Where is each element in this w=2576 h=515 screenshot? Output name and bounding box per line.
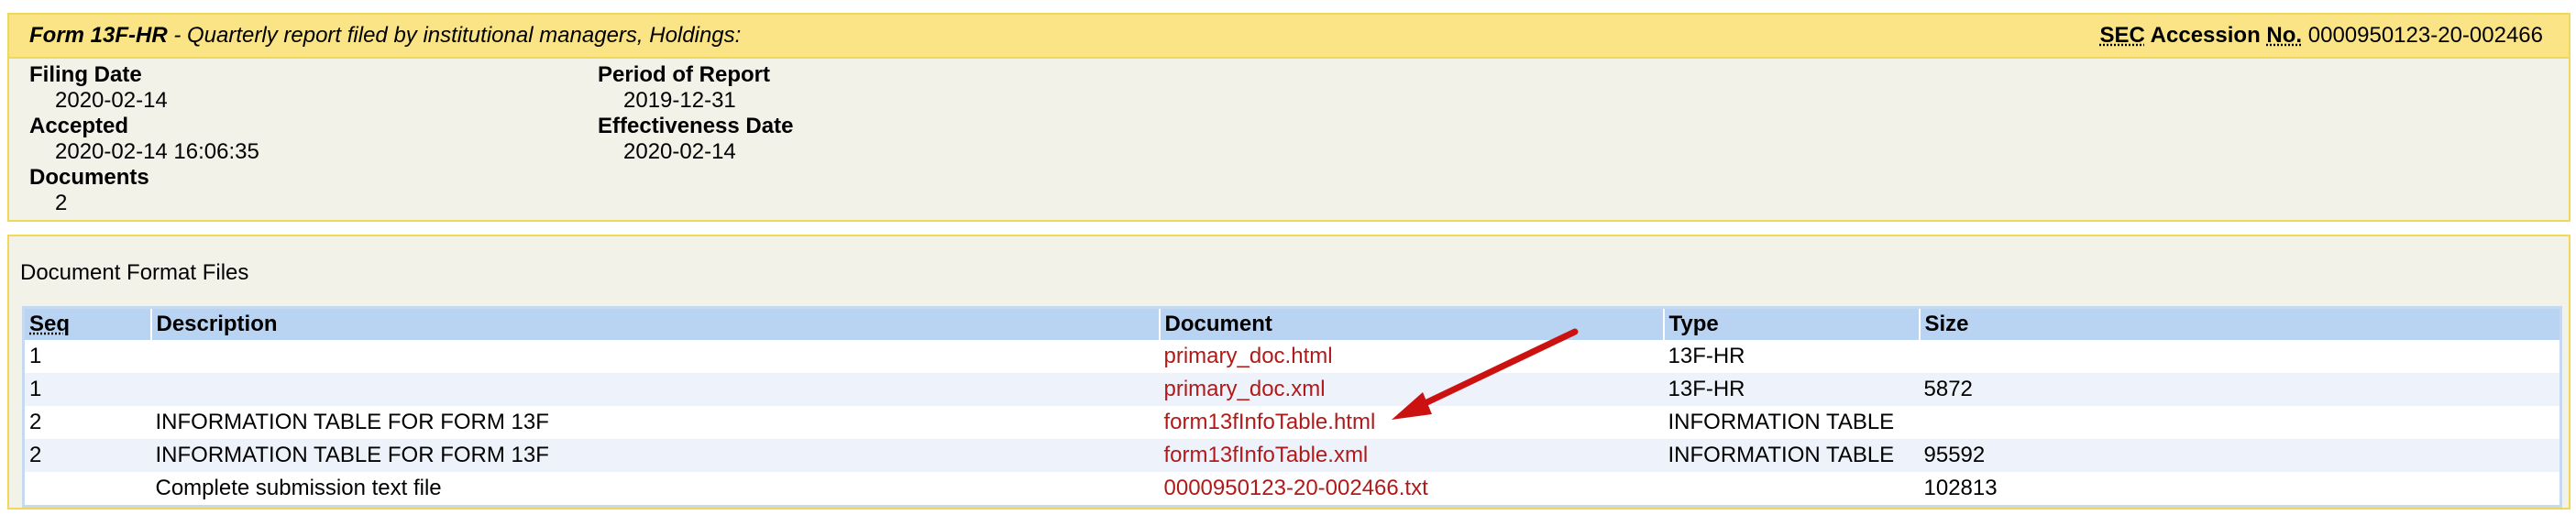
document-link[interactable]: primary_doc.xml [1164,377,1326,401]
row-document: 0000950123-20-002466.txt [1159,472,1664,507]
table-header-row: Seq Description Document Type Size [23,307,2561,340]
col-description: Description [149,307,1160,340]
row-size [1919,340,2561,373]
document-format-files-heading: Document Format Files [20,260,249,285]
row-size: 5872 [1919,373,2561,406]
accepted-label: Accepted [29,114,129,138]
table-row: 2 INFORMATION TABLE FOR FORM 13F form13f… [23,439,2561,472]
accepted-value: 2020-02-14 16:06:35 [55,139,259,164]
row-type: INFORMATION TABLE [1663,439,1920,472]
accession-label-sec: SEC [2099,23,2145,48]
filing-date-label: Filing Date [29,62,142,87]
period-label: Period of Report [598,62,771,87]
col-size: Size [1918,307,2561,340]
col-seq[interactable]: Seq [23,307,151,340]
col-seq-label: Seq [29,312,71,336]
document-link[interactable]: 0000950123-20-002466.txt [1164,476,1428,500]
row-document: form13fInfoTable.xml [1159,439,1664,472]
row-description: INFORMATION TABLE FOR FORM 13F [150,439,1160,472]
row-description [150,373,1160,406]
document-table: Seq Description Document Type Size 1 pri… [22,306,2562,508]
row-seq: 2 [23,406,151,439]
document-link[interactable]: primary_doc.html [1164,344,1333,368]
row-seq [23,472,151,507]
accession-label-mid: Accession [2144,23,2267,48]
accession-number: SEC Accession No. 0000950123-20-002466 [2100,23,2543,49]
form-description: - Quarterly report filed by institutiona… [167,23,742,48]
filing-info-right: Period of Report 2019-12-31 Effectivenes… [598,62,793,165]
row-type: INFORMATION TABLE [1663,406,1920,439]
row-size: 102813 [1919,472,2561,507]
row-size [1919,406,2561,439]
documents-label: Documents [29,165,149,190]
row-seq: 1 [23,373,151,406]
row-type [1663,472,1920,507]
filing-header-panel: Form 13F-HR - Quarterly report filed by … [7,13,2570,222]
table-row: 1 primary_doc.xml 13F-HR 5872 [23,373,2561,406]
form-title: Form 13F-HR - Quarterly report filed by … [29,23,741,49]
row-document: primary_doc.html [1159,340,1664,373]
row-description: INFORMATION TABLE FOR FORM 13F [150,406,1160,439]
row-description [150,340,1160,373]
filing-info-left: Filing Date 2020-02-14 Accepted 2020-02-… [29,62,259,216]
filing-date-value: 2020-02-14 [55,88,168,113]
form-name: Form 13F-HR [29,23,168,48]
row-description: Complete submission text file [150,472,1160,507]
document-link[interactable]: form13fInfoTable.html [1164,410,1376,434]
table-row: 2 INFORMATION TABLE FOR FORM 13F form13f… [23,406,2561,439]
form-title-bar: Form 13F-HR - Quarterly report filed by … [9,15,2569,59]
document-files-panel: Document Format Files Seq Description Do… [7,235,2570,510]
row-document: primary_doc.xml [1159,373,1664,406]
col-type: Type [1662,307,1920,340]
col-document: Document [1158,307,1664,340]
table-row: Complete submission text file 0000950123… [23,472,2561,507]
period-value: 2019-12-31 [623,88,736,113]
row-size: 95592 [1919,439,2561,472]
documents-value: 2 [55,191,68,215]
accession-label-no: No. [2266,23,2303,48]
effectiveness-value: 2020-02-14 [623,139,736,164]
row-type: 13F-HR [1663,340,1920,373]
row-type: 13F-HR [1663,373,1920,406]
accession-value: 0000950123-20-002466 [2307,23,2543,48]
effectiveness-label: Effectiveness Date [598,114,794,138]
document-link[interactable]: form13fInfoTable.xml [1164,443,1369,467]
row-seq: 2 [23,439,151,472]
row-seq: 1 [23,340,151,373]
filing-index-page: Form 13F-HR - Quarterly report filed by … [0,0,2576,515]
table-row: 1 primary_doc.html 13F-HR [23,340,2561,373]
accession-label: SEC Accession No. [2100,23,2303,48]
row-document: form13fInfoTable.html [1159,406,1664,439]
